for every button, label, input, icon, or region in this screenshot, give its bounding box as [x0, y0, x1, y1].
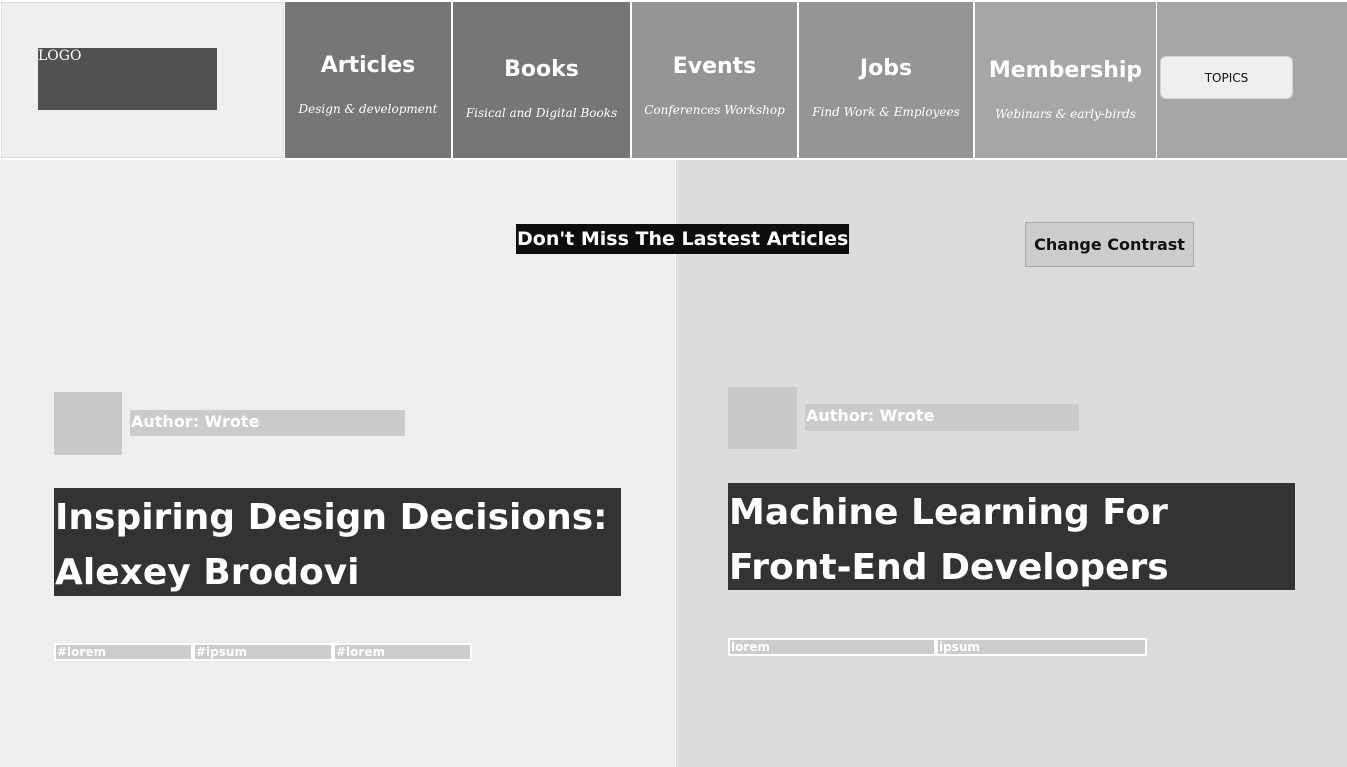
nav-subtitle: Webinars & early-birds	[995, 107, 1136, 121]
article-title[interactable]: Machine Learning For Front-End Developer…	[728, 483, 1295, 590]
latest-articles-banner: Don't Miss The Lastest Articles	[516, 224, 850, 254]
topics-button[interactable]: TOPICS	[1160, 56, 1293, 99]
nav-title: Jobs	[859, 56, 913, 81]
tag-list: lorem ipsum	[728, 638, 1147, 656]
nav-title: Events	[672, 54, 757, 79]
nav-item-articles[interactable]: Articles Design & development	[285, 2, 451, 158]
author-avatar	[54, 392, 122, 455]
change-contrast-button[interactable]: Change Contrast	[1025, 222, 1194, 267]
nav-item-books[interactable]: Books Fisical and Digital Books	[453, 2, 630, 158]
article-title[interactable]: Inspiring Design Decisions: Alexey Brodo…	[54, 488, 621, 596]
tag[interactable]: #ipsum	[193, 643, 333, 661]
nav-title: Books	[504, 57, 579, 82]
nav-subtitle: Find Work & Employees	[812, 105, 960, 119]
nav-title: Articles	[320, 53, 416, 78]
logo-label: LOGO	[38, 48, 82, 64]
nav-subtitle: Fisical and Digital Books	[465, 106, 618, 120]
tag[interactable]: #lorem	[333, 643, 472, 661]
nav-title: Membership	[988, 58, 1143, 83]
author-avatar	[728, 387, 797, 449]
tag-list: #lorem #ipsum #lorem	[54, 643, 472, 661]
logo[interactable]: LOGO	[38, 48, 217, 110]
logo-area: LOGO	[1, 2, 284, 158]
author-label[interactable]: Author: Wrote	[130, 410, 405, 436]
nav-subtitle: Design & development	[298, 102, 438, 116]
nav-subtitle: Conferences Workshop	[644, 103, 785, 117]
author-label[interactable]: Author: Wrote	[805, 404, 1079, 431]
tag[interactable]: #lorem	[54, 643, 193, 661]
nav-item-jobs[interactable]: Jobs Find Work & Employees	[799, 2, 973, 158]
nav-item-membership[interactable]: Membership Webinars & early-birds	[975, 2, 1156, 158]
topics-area: TOPICS	[1157, 2, 1347, 158]
nav-item-events[interactable]: Events Conferences Workshop	[632, 2, 797, 158]
site-header: LOGO Articles Design & development Books…	[0, 0, 1347, 160]
tag[interactable]: lorem	[728, 638, 936, 656]
tag[interactable]: ipsum	[936, 638, 1147, 656]
